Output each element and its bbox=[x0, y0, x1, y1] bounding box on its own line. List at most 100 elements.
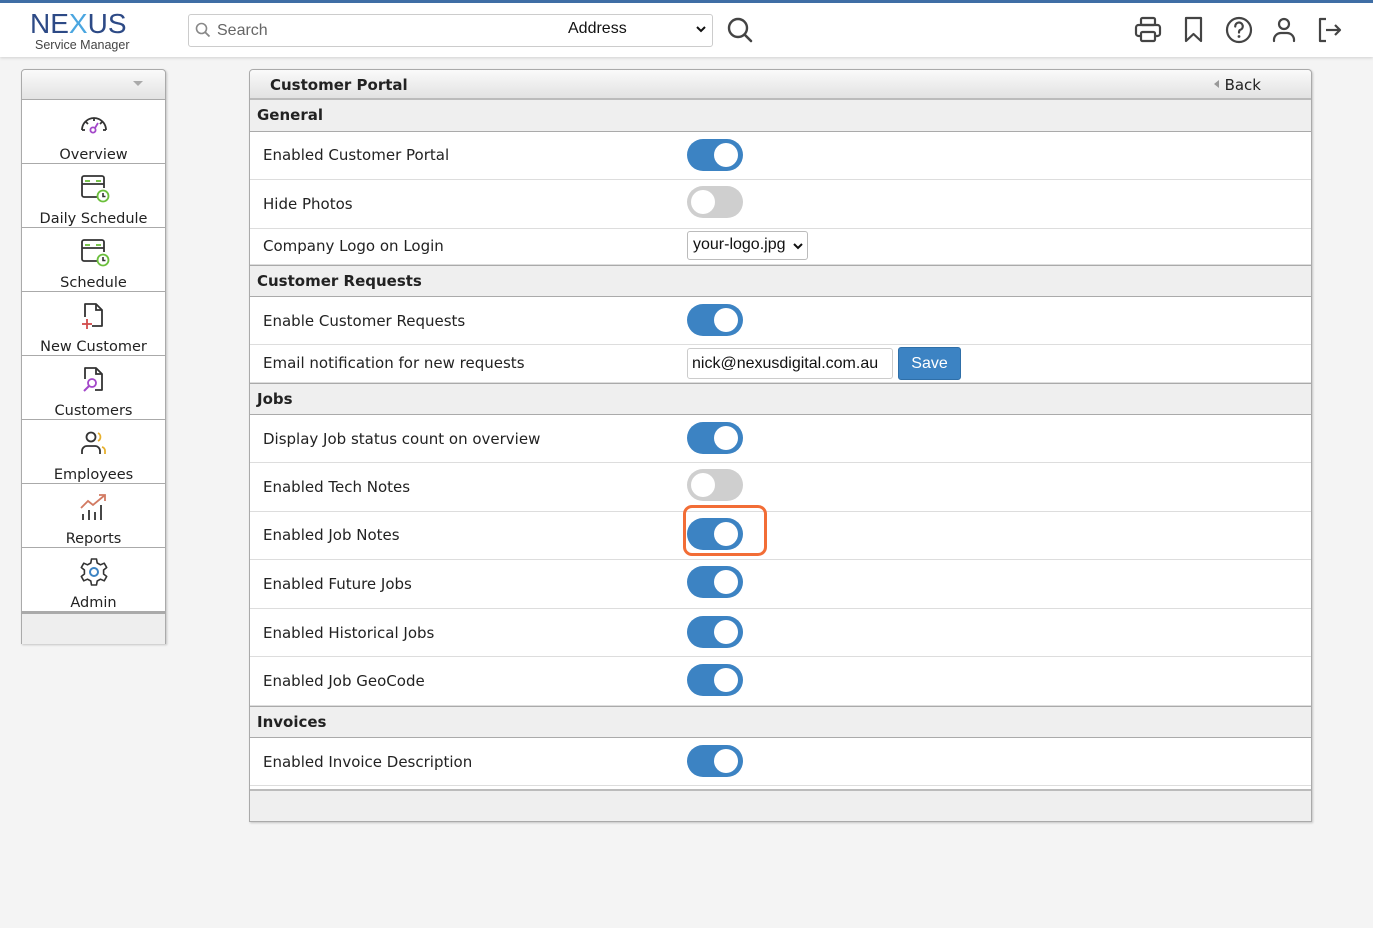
setting-label: Enabled Job GeoCode bbox=[263, 672, 425, 690]
help-icon[interactable] bbox=[1224, 15, 1254, 45]
logo-wordmark: NEXUS bbox=[30, 9, 155, 39]
user-icon[interactable] bbox=[1269, 15, 1299, 45]
panel-footer bbox=[250, 789, 1311, 821]
toggle-knob bbox=[714, 570, 738, 594]
toggle-knob bbox=[714, 426, 738, 450]
setting-row: Enabled Invoice Description bbox=[250, 738, 1311, 786]
chart-growth-icon bbox=[80, 494, 106, 520]
sidebar-item-admin[interactable]: Admin bbox=[22, 548, 165, 612]
setting-label: Enabled Historical Jobs bbox=[263, 624, 435, 642]
logo-text-prefix: NE bbox=[30, 8, 69, 39]
toggle-knob bbox=[714, 668, 738, 692]
setting-row: Company Logo on Login your-logo.jpg bbox=[250, 229, 1311, 265]
sidebar-header[interactable] bbox=[22, 70, 165, 100]
toggle-knob bbox=[714, 620, 738, 644]
setting-label: Enabled Customer Portal bbox=[263, 146, 450, 164]
sidebar-item-label: Customers bbox=[54, 403, 133, 419]
back-button[interactable]: Back bbox=[1213, 76, 1261, 94]
caret-down-icon[interactable] bbox=[133, 81, 143, 86]
back-label: Back bbox=[1224, 76, 1261, 94]
sidebar-item-overview[interactable]: Overview bbox=[22, 100, 165, 164]
company-logo-select[interactable]: your-logo.jpg bbox=[687, 231, 808, 260]
bookmark-icon[interactable] bbox=[1179, 15, 1209, 45]
setting-label: Enabled Tech Notes bbox=[263, 478, 411, 496]
setting-label: Hide Photos bbox=[263, 195, 353, 213]
sidebar: Overview Daily Schedule Schedule New Cus… bbox=[21, 69, 166, 644]
toggle-knob bbox=[714, 143, 738, 167]
toggle-enabled-historical-jobs[interactable] bbox=[687, 616, 743, 648]
section-invoices: Invoices bbox=[250, 706, 1311, 738]
sidebar-item-label: New Customer bbox=[40, 339, 147, 355]
toggle-enabled-customer-portal[interactable] bbox=[687, 139, 743, 171]
setting-row: Email notification for new requests Save bbox=[250, 345, 1311, 383]
sidebar-item-label: Schedule bbox=[60, 275, 127, 291]
setting-row: Display Job status count on overview bbox=[250, 415, 1311, 463]
section-general: General bbox=[250, 100, 1311, 132]
sidebar-item-label: Daily Schedule bbox=[39, 211, 148, 227]
toggle-enable-customer-requests[interactable] bbox=[687, 304, 743, 336]
nexus-logo[interactable]: NEXUS Service Manager bbox=[30, 9, 155, 55]
sidebar-item-label: Reports bbox=[65, 531, 122, 547]
select-value: your-logo.jpg bbox=[693, 236, 786, 253]
toggle-hide-photos[interactable] bbox=[687, 186, 743, 218]
users-icon bbox=[81, 431, 106, 454]
search-icon bbox=[195, 22, 211, 38]
search-input[interactable] bbox=[217, 20, 537, 42]
toggle-knob bbox=[714, 522, 738, 546]
setting-label: Company Logo on Login bbox=[263, 237, 444, 255]
setting-row: Enabled Customer Portal bbox=[250, 132, 1311, 180]
setting-row: Enabled Future Jobs bbox=[250, 560, 1311, 609]
toggle-knob bbox=[691, 473, 715, 497]
section-customer-requests: Customer Requests bbox=[250, 265, 1311, 297]
logo-text-suffix: US bbox=[87, 8, 127, 39]
sidebar-footer bbox=[22, 612, 165, 644]
setting-row: Enable Customer Requests bbox=[250, 297, 1311, 345]
calendar-clock-icon bbox=[81, 239, 110, 267]
sidebar-item-reports[interactable]: Reports bbox=[22, 484, 165, 548]
notification-email-input[interactable] bbox=[687, 348, 893, 379]
toggle-display-job-status-count[interactable] bbox=[687, 422, 743, 454]
top-bar: NEXUS Service Manager Address bbox=[0, 0, 1373, 57]
logout-icon[interactable] bbox=[1315, 15, 1345, 45]
gear-icon bbox=[80, 558, 108, 586]
setting-label: Enabled Future Jobs bbox=[263, 575, 412, 593]
toggle-enabled-future-jobs[interactable] bbox=[687, 566, 743, 598]
save-email-button[interactable]: Save bbox=[898, 347, 961, 380]
toggle-enabled-invoice-description[interactable] bbox=[687, 745, 743, 777]
file-add-icon bbox=[82, 303, 103, 329]
search-type-select[interactable]: Address bbox=[568, 19, 711, 43]
sidebar-item-daily-schedule[interactable]: Daily Schedule bbox=[22, 164, 165, 228]
toggle-knob bbox=[714, 308, 738, 332]
setting-row: Enabled Job GeoCode bbox=[250, 657, 1311, 706]
setting-label: Enabled Job Notes bbox=[263, 526, 400, 544]
toggle-enabled-job-geocode[interactable] bbox=[687, 664, 743, 696]
sidebar-item-customers[interactable]: Customers bbox=[22, 356, 165, 420]
setting-row: Enabled Historical Jobs bbox=[250, 609, 1311, 657]
sidebar-item-schedule[interactable]: Schedule bbox=[22, 228, 165, 292]
setting-row: Hide Photos bbox=[250, 180, 1311, 229]
panel-header: Customer Portal Back bbox=[250, 70, 1311, 100]
toggle-knob bbox=[691, 190, 715, 214]
sidebar-item-label: Admin bbox=[70, 595, 117, 611]
setting-label: Email notification for new requests bbox=[263, 354, 525, 372]
toggle-enabled-tech-notes[interactable] bbox=[687, 469, 743, 501]
setting-label: Display Job status count on overview bbox=[263, 430, 541, 448]
page-title: Customer Portal bbox=[270, 76, 408, 94]
customer-portal-panel: Customer Portal Back General Enabled Cus… bbox=[249, 69, 1312, 822]
setting-row: Enabled Tech Notes bbox=[250, 463, 1311, 512]
logo-text-x: X bbox=[68, 8, 88, 39]
chevron-down-icon bbox=[793, 243, 803, 250]
search-type-value: Address bbox=[568, 20, 627, 37]
toggle-knob bbox=[714, 749, 738, 773]
file-search-icon bbox=[83, 367, 103, 392]
sidebar-item-label: Employees bbox=[53, 467, 134, 483]
sidebar-item-new-customer[interactable]: New Customer bbox=[22, 292, 165, 356]
toggle-enabled-job-notes[interactable] bbox=[687, 518, 743, 550]
chevron-down-icon bbox=[696, 26, 706, 33]
search-submit-icon[interactable] bbox=[726, 15, 754, 45]
printer-icon[interactable] bbox=[1133, 15, 1163, 45]
sidebar-item-employees[interactable]: Employees bbox=[22, 420, 165, 484]
setting-label: Enabled Invoice Description bbox=[263, 753, 473, 771]
setting-row: Enabled Job Notes bbox=[250, 505, 1311, 560]
speedometer-icon bbox=[81, 117, 107, 134]
